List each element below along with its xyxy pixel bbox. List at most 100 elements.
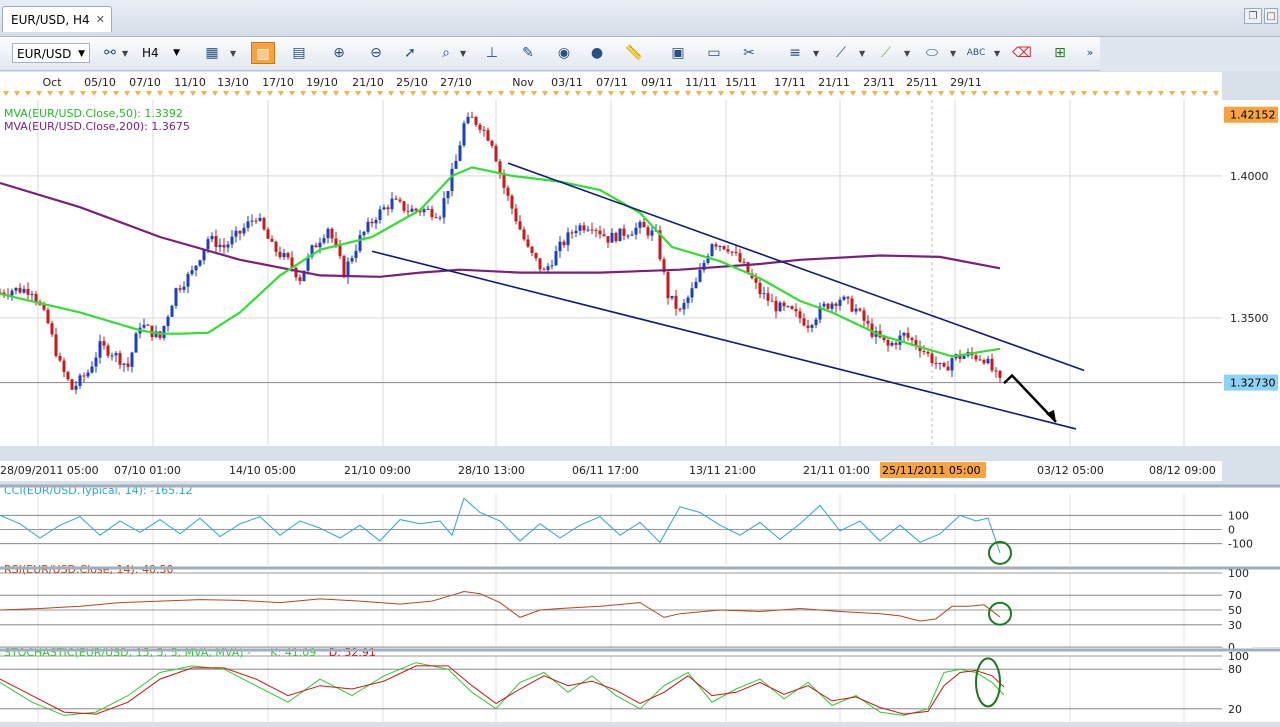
chevron-down-icon[interactable]: ▼ [460,49,466,58]
candle-body [798,311,802,319]
candle-body [814,319,818,326]
crosshair-icon[interactable]: ⊥ [480,42,504,64]
candle-body [710,244,714,256]
indicator-tick-label: -100 [1228,538,1253,551]
image-icon[interactable]: ▣ [666,42,690,64]
top-date-label: 21/10 [352,76,384,89]
remove-symbol-icon[interactable]: ⚯ [98,42,122,64]
candle-body [586,229,590,231]
ruler-icon[interactable]: 📏 [622,42,646,64]
price-tick-label: 1.3500 [1230,312,1269,325]
candle-body [46,309,50,324]
restore-icon[interactable]: ❐ [1244,8,1262,24]
timeframe-value: H4 [142,46,159,60]
tab-close-icon[interactable]: ✕ [96,7,105,33]
top-date-label: 11/10 [174,76,206,89]
tools-icon[interactable]: ✂ [737,42,761,64]
candle-body [790,306,794,309]
candle-body [74,385,78,390]
candles-mode-icon[interactable]: ▥ [251,42,275,64]
candle-body [718,245,722,247]
candle-body [646,227,650,236]
candle-body [678,308,682,310]
candle-body [254,220,258,222]
bars-mode-icon[interactable]: ▤ [287,42,311,64]
text-tool-icon[interactable]: ABC [964,42,988,64]
candle-body [22,288,26,293]
top-date-label: 09/11 [641,76,673,89]
hierarchy-icon[interactable]: ⊞ [1048,42,1072,64]
indicators-icon[interactable]: ⌕ [434,42,458,64]
chevron-down-icon[interactable]: ▼ [230,49,236,58]
timeframe-select[interactable]: H4 ▼ [138,43,184,63]
chevron-down-icon[interactable]: ▼ [122,49,128,58]
symbol-value: EUR/USD [17,47,72,61]
candle-body [794,308,798,312]
trendline-icon[interactable]: ⟋ [829,42,853,64]
candle-body [338,245,342,257]
candle-body [782,302,786,307]
candle-body [214,235,218,248]
top-date-label: Nov [512,76,534,89]
candle-body [162,326,166,339]
candle-body [910,337,914,341]
annotation-icon[interactable]: ✎ [516,42,540,64]
symbol-select[interactable]: EUR/USD ▼ [12,43,90,63]
candle-body [930,353,934,364]
lines-icon[interactable]: ≡ [783,42,807,64]
globe-icon[interactable]: ● [585,42,609,64]
window-icon[interactable]: ▭ [702,42,726,64]
candle-body [894,342,898,345]
candle-body [950,358,954,371]
candle-body [534,252,538,259]
chart-type-icon[interactable]: ▦ [200,42,224,64]
ellipse-icon[interactable]: ⬭ [920,42,944,64]
candle-body [474,116,478,125]
top-date-label: 25/10 [396,76,428,89]
candle-body [294,267,298,278]
chart-area[interactable]: Oct 05/10 07/10 11/10 13/10 17/10 19/10 21/10 25… [0,71,1280,727]
candle-body [986,358,990,364]
top-date-label: 23/11 [863,76,895,89]
candle-body [602,234,606,237]
chevron-down-icon[interactable]: ▼ [813,49,819,58]
eraser-icon[interactable]: ⌫ [1010,42,1034,64]
candle-body [210,235,214,240]
top-date-label: 17/10 [262,76,294,89]
eye-icon[interactable]: ◉ [552,42,576,64]
chevron-down-icon[interactable]: ▼ [859,49,865,58]
chevron-down-icon[interactable]: ▼ [994,49,1000,58]
candle-body [362,231,366,236]
candle-body [766,293,770,301]
candle-body [838,299,842,306]
overflow-icon[interactable]: » [1078,42,1102,64]
bottom-date-label: 07/10 01:00 [114,464,181,477]
chevron-down-icon[interactable]: ▼ [950,49,956,58]
zoom-out-icon[interactable]: ⊖ [364,42,388,64]
candle-body [738,253,742,262]
candle-body [86,372,90,377]
candle-body [114,353,118,356]
cursor-icon[interactable]: ➚ [398,42,422,64]
candle-body [110,355,114,357]
candle-body [34,293,38,302]
pen-icon[interactable]: ⟋ [874,42,898,64]
candle-body [734,251,738,254]
chevron-down-icon[interactable]: ▼ [904,49,910,58]
candle-body [94,357,98,367]
candle-body [422,209,426,213]
top-date-label: 29/11 [950,76,982,89]
zoom-in-icon[interactable]: ⊕ [327,42,351,64]
tab-eurusd-h4[interactable]: EUR/USD, H4 ✕ [2,6,112,32]
candle-body [466,116,470,124]
candle-body [274,241,278,252]
candle-body [550,265,554,267]
candle-body [598,230,602,235]
candle-body [714,244,718,247]
candle-body [174,288,178,306]
candle-body [866,320,870,324]
candle-body [674,295,678,309]
candle-body [650,230,654,236]
candle-body [634,227,638,235]
maximize-icon[interactable]: □ [1264,8,1278,24]
